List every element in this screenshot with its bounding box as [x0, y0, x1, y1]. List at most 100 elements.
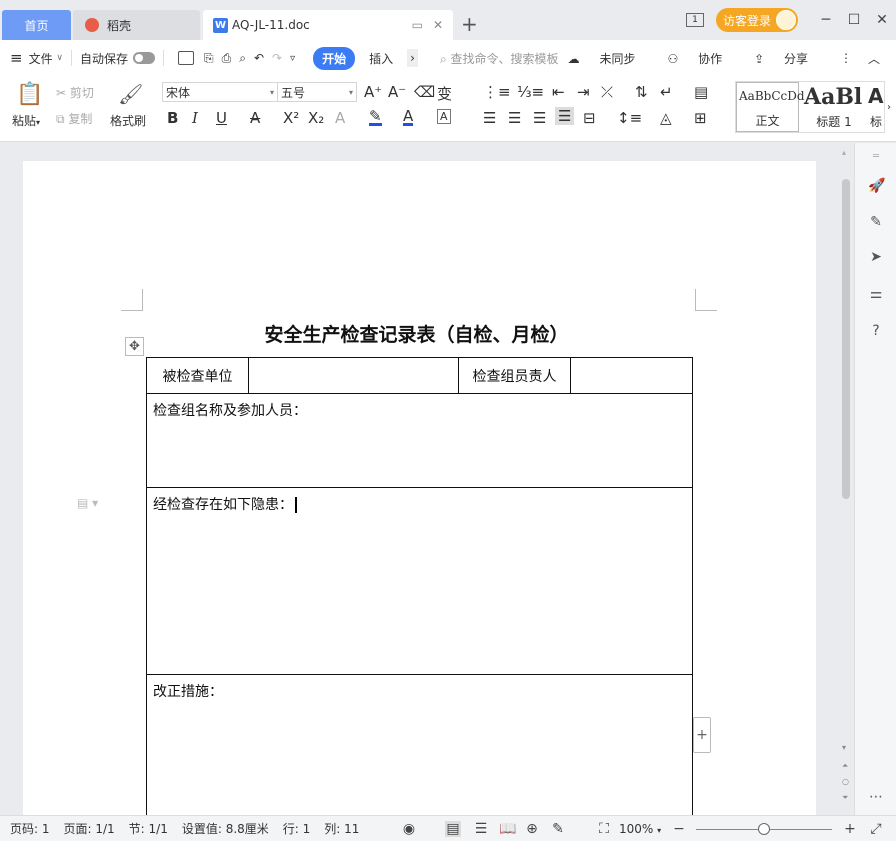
page-view-icon[interactable]: ▤ [445, 821, 461, 837]
borders-icon[interactable]: ⊞ [694, 109, 707, 127]
font-color-icon[interactable]: A [403, 109, 414, 126]
close-window-icon[interactable]: ✕ [868, 12, 896, 28]
tab-start[interactable]: 开始 [313, 46, 356, 70]
status-pages[interactable]: 页面: 1/1 [64, 820, 115, 837]
maximize-icon[interactable]: ☐ [840, 12, 868, 28]
increase-indent-icon[interactable]: ⇥ [577, 83, 590, 101]
style-heading2[interactable]: A 标 [866, 82, 884, 132]
scroll-up-icon[interactable]: ▴ [842, 148, 846, 157]
copy-button[interactable]: ⧉ 复制 [56, 110, 92, 127]
file-menu[interactable]: 文件 ∨ [29, 50, 63, 67]
redo-icon[interactable]: ↷ [272, 51, 282, 65]
status-section[interactable]: 节: 1/1 [129, 820, 168, 837]
table-cell[interactable]: 检查组员责人 [458, 357, 571, 394]
format-painter-icon[interactable]: 🖌 [118, 82, 143, 106]
show-marks-icon[interactable]: ↵ [660, 83, 673, 101]
reading-view-icon[interactable]: 📖 [499, 821, 516, 837]
print-icon[interactable]: ⎙ [222, 51, 232, 66]
more-tabs-icon[interactable]: › [407, 49, 418, 67]
sort-icon[interactable]: ⇅ [635, 83, 648, 101]
panel-drag-icon[interactable]: ═ [868, 149, 884, 165]
style-normal[interactable]: AaBbCcDd 正文 [736, 82, 805, 132]
zoom-out-icon[interactable]: − [671, 821, 687, 837]
float-window-icon[interactable]: ▭ [412, 18, 423, 32]
clear-format-icon[interactable]: ⌫ [414, 83, 435, 101]
bullet-list-icon[interactable]: ⋮≡ [483, 83, 511, 101]
web-view-icon[interactable]: ⊕ [524, 821, 540, 837]
scrollbar-thumb[interactable] [842, 179, 850, 499]
fit-page-icon[interactable]: ⛶ [596, 821, 612, 837]
phonetic-guide-icon[interactable]: 变 [437, 83, 452, 104]
close-tab-icon[interactable]: ✕ [433, 18, 443, 32]
customize-toolbar-icon[interactable]: ▿ [290, 53, 295, 64]
justify-icon[interactable]: ☰ [555, 107, 575, 125]
numbered-list-icon[interactable]: ⅓≡ [517, 83, 544, 101]
superscript-icon[interactable]: X² [283, 109, 299, 127]
status-column[interactable]: 列: 11 [324, 820, 359, 837]
inspected-unit-field[interactable] [248, 357, 459, 394]
eye-protection-icon[interactable]: ◉ [401, 821, 417, 837]
table-tools-icon[interactable]: ▤ [694, 83, 708, 101]
print-preview-icon[interactable]: ⌕ [239, 51, 246, 66]
table-move-handle-icon[interactable]: ✥ [125, 337, 144, 356]
outline-view-icon[interactable]: ☰ [473, 821, 489, 837]
minimize-icon[interactable]: ─ [812, 12, 840, 28]
paragraph-layout-icon[interactable]: ▤ ▾ [77, 496, 98, 510]
command-search[interactable]: ⌕ 查找命令、搜索模板 [440, 50, 559, 67]
font-size-select[interactable]: 五号 ▾ [277, 82, 357, 102]
tab-docer[interactable]: 稻壳 [73, 10, 200, 40]
highlight-icon[interactable]: ✎ [369, 109, 382, 126]
export-icon[interactable]: ⎘ [204, 51, 214, 66]
share-button[interactable]: ⇪ 分享 [754, 50, 824, 67]
style-heading1[interactable]: AaBl 标题 1 [802, 82, 866, 132]
format-painter-button[interactable]: 格式刷 [110, 112, 146, 129]
rocket-icon[interactable]: 🚀 [868, 178, 885, 194]
bold-icon[interactable]: B [167, 109, 178, 127]
distributed-icon[interactable]: ⊟ [583, 109, 596, 127]
hazards-cell[interactable]: 经检查存在如下隐患： [146, 487, 693, 675]
scroll-down-icon[interactable]: ▾ [842, 743, 846, 752]
guest-login-button[interactable]: 访客登录 [716, 8, 798, 32]
window-count-indicator[interactable]: 1 [686, 13, 704, 27]
hamburger-menu-icon[interactable]: ≡ [10, 49, 23, 67]
pen-icon[interactable]: ✎ [868, 214, 884, 230]
zoom-slider-knob[interactable] [758, 823, 770, 835]
zoom-in-icon[interactable]: + [842, 821, 858, 837]
help-icon[interactable]: ? [868, 323, 884, 339]
align-left-icon[interactable]: ☰ [483, 109, 496, 127]
save-icon[interactable] [178, 51, 195, 65]
tab-home[interactable]: 首页 [2, 10, 71, 40]
fullscreen-icon[interactable]: ⤢ [868, 821, 884, 837]
more-options-icon[interactable]: ⋮ [840, 51, 852, 65]
text-effect-icon[interactable]: A [335, 109, 345, 127]
prev-page-icon[interactable]: ⏶ [842, 761, 848, 771]
shrink-font-icon[interactable]: A⁻ [388, 83, 406, 101]
group-leader-field[interactable] [570, 357, 693, 394]
styles-more-icon[interactable]: › [887, 102, 891, 113]
sync-status[interactable]: ☁ 未同步 [568, 50, 652, 67]
vertical-scrollbar[interactable]: ▴ ▾ ⏶ ○ ⏷ [838, 143, 854, 815]
align-right-icon[interactable]: ☰ [533, 109, 546, 127]
cut-button[interactable]: ✂ 剪切 [56, 84, 94, 101]
paste-button[interactable]: 粘贴▾ [12, 112, 40, 129]
char-border-icon[interactable]: A [437, 109, 451, 124]
subscript-icon[interactable]: X₂ [308, 109, 324, 127]
select-browse-icon[interactable]: ○ [842, 777, 849, 786]
collapse-ribbon-icon[interactable]: ︿ [868, 50, 880, 67]
status-line[interactable]: 行: 1 [283, 820, 311, 837]
collaborate-button[interactable]: ⚇ 协作 [667, 50, 738, 67]
status-page-number[interactable]: 页码: 1 [10, 820, 50, 837]
align-center-icon[interactable]: ☰ [508, 109, 521, 127]
write-mode-icon[interactable]: ✎ [550, 821, 566, 837]
measures-cell[interactable]: 改正措施： [146, 674, 693, 825]
group-members-cell[interactable]: 检查组名称及参加人员： [146, 393, 693, 488]
cursor-select-icon[interactable]: ➤ [868, 249, 884, 265]
undo-icon[interactable]: ↶ [254, 51, 264, 65]
grow-font-icon[interactable]: A⁺ [364, 83, 382, 101]
status-setting-value[interactable]: 设置值: 8.8厘米 [182, 820, 269, 837]
strikethrough-icon[interactable]: A [250, 109, 260, 127]
zoom-select[interactable]: 100% ▾ [619, 822, 661, 836]
chinese-layout-icon[interactable]: ⤫ [601, 83, 613, 101]
font-name-select[interactable]: 宋体 ▾ [162, 82, 278, 102]
add-row-button[interactable]: + [693, 717, 711, 753]
